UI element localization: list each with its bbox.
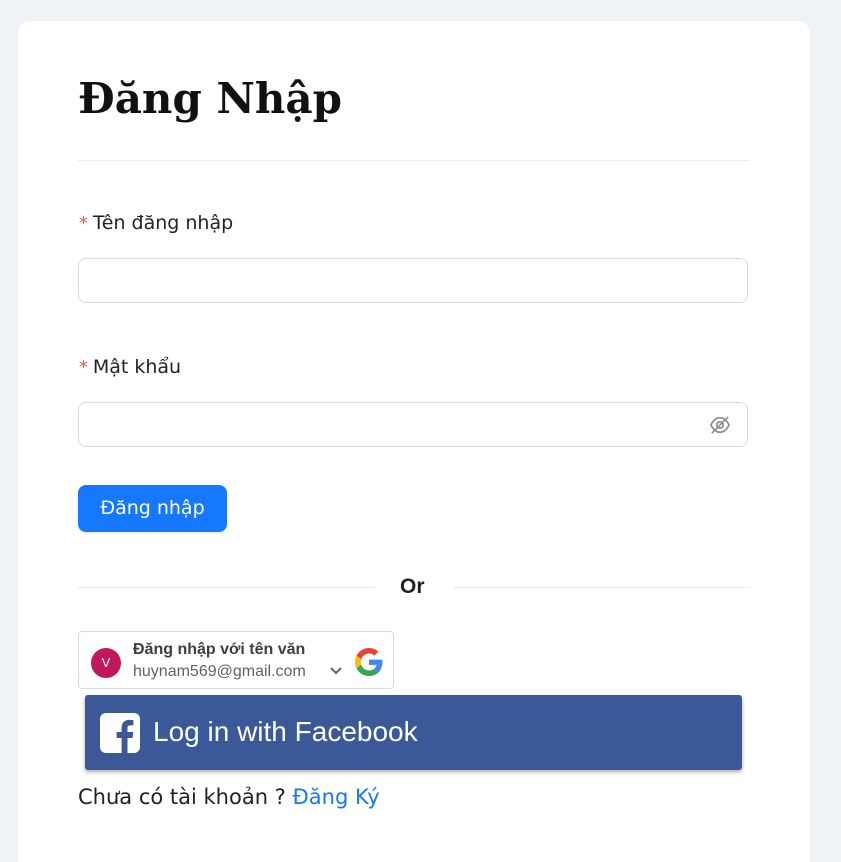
google-icon bbox=[355, 648, 383, 676]
login-card: Đăng Nhập * Tên đăng nhập * Mật khẩu Đăng … bbox=[18, 21, 810, 862]
chevron-down-icon[interactable] bbox=[329, 666, 343, 676]
username-input[interactable] bbox=[78, 258, 748, 303]
register-question: Chưa có tài khoản ? bbox=[78, 785, 286, 809]
google-signin-button[interactable]: V Đăng nhập với tên văn huynam569@gmail.… bbox=[78, 631, 394, 689]
facebook-login-label: Log in with Facebook bbox=[153, 716, 418, 747]
avatar: V bbox=[91, 648, 121, 678]
required-mark: * bbox=[78, 213, 89, 234]
title-divider bbox=[78, 160, 750, 161]
password-label-text: Mật khẩu bbox=[92, 356, 182, 378]
password-label: * Mật khẩu bbox=[78, 355, 181, 380]
facebook-icon bbox=[100, 713, 140, 753]
or-divider-right bbox=[453, 587, 750, 588]
or-divider-left bbox=[78, 587, 375, 588]
username-label: * Tên đăng nhập bbox=[78, 211, 233, 236]
google-signin-name: Đăng nhập với tên văn bbox=[133, 641, 306, 658]
login-button[interactable]: Đăng nhập bbox=[78, 485, 227, 532]
page-title: Đăng Nhập bbox=[78, 74, 342, 123]
google-account-email: huynam569@gmail.com bbox=[133, 663, 306, 680]
username-label-text: Tên đăng nhập bbox=[92, 212, 234, 234]
eye-invisible-icon[interactable] bbox=[709, 415, 731, 435]
required-mark: * bbox=[78, 357, 89, 378]
password-field[interactable] bbox=[78, 402, 748, 447]
register-prompt: Chưa có tài khoản ? Đăng Ký bbox=[78, 785, 380, 809]
register-link[interactable]: Đăng Ký bbox=[293, 785, 380, 809]
facebook-login-button[interactable]: Log in with Facebook bbox=[85, 695, 742, 770]
or-divider-text: Or bbox=[400, 575, 425, 598]
